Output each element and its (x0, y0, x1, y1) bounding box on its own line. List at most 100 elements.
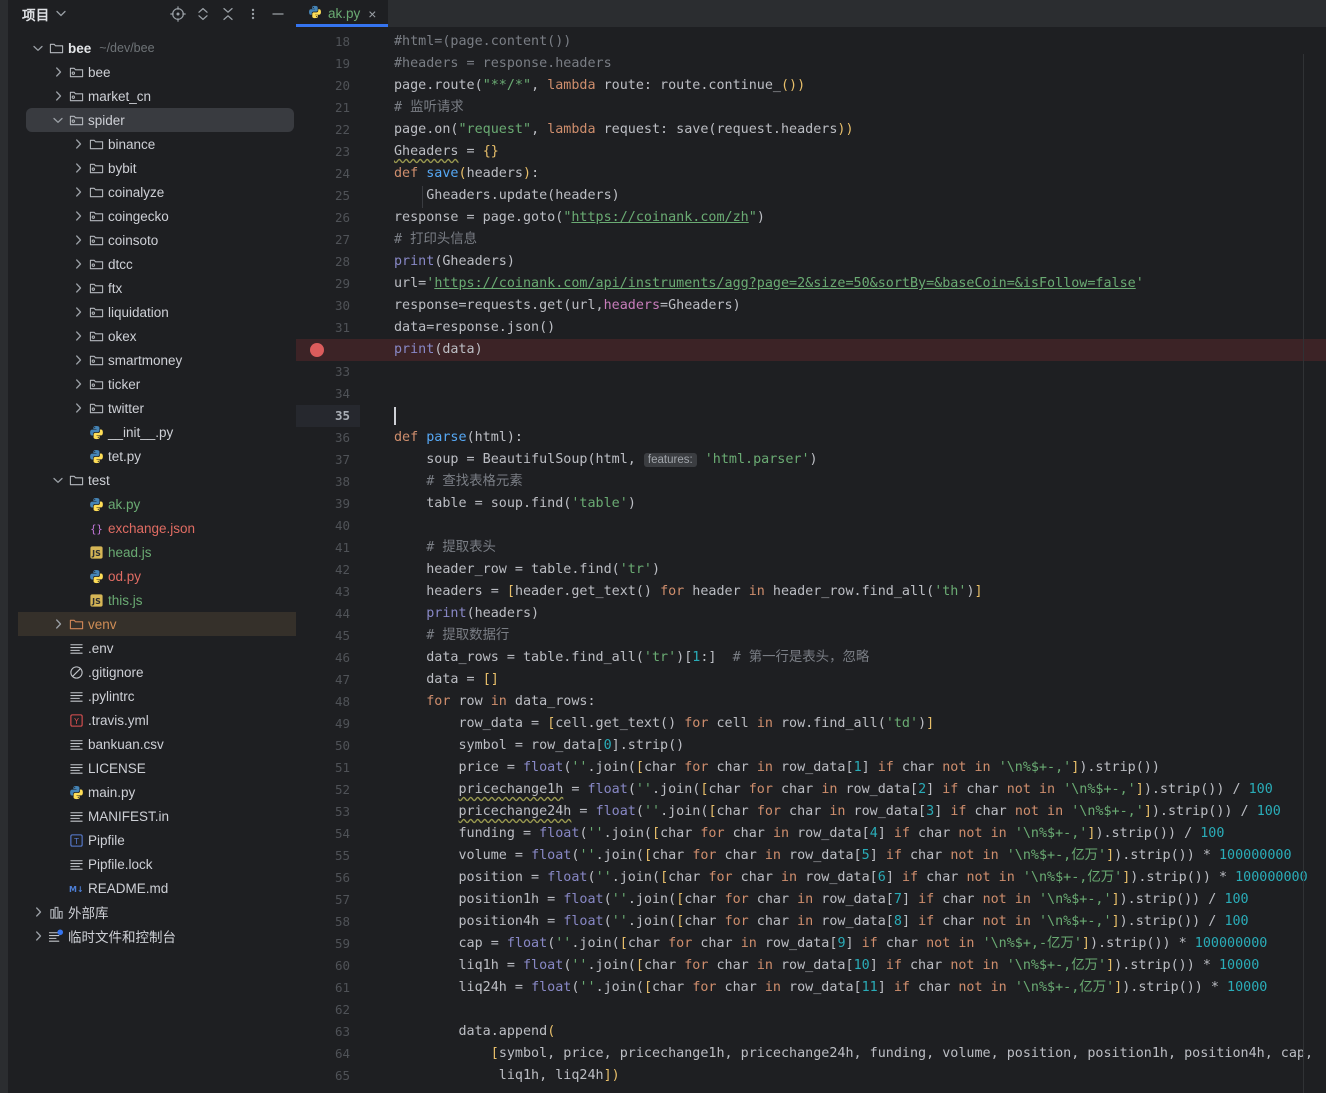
tree-item-bankuan.csv[interactable]: bankuan.csv (8, 732, 296, 756)
breakpoint-icon[interactable] (310, 343, 324, 357)
tree-item-this.js[interactable]: JS this.js (8, 588, 296, 612)
tree-item-ticker[interactable]: ticker (8, 372, 296, 396)
code-line[interactable]: liq24h = float(''.join([char for char in… (360, 977, 1326, 999)
chevron-right-icon[interactable] (50, 67, 66, 77)
tree-item-.gitignore[interactable]: .gitignore (8, 660, 296, 684)
tab-ak-py[interactable]: ak.py × (296, 0, 389, 27)
code-line[interactable]: for row in data_rows: (360, 691, 1326, 713)
code-line[interactable]: #html=(page.content()) (360, 31, 1326, 53)
code-line[interactable]: data=response.json() (360, 317, 1326, 339)
tree-item-README.md[interactable]: M↓ README.md (8, 876, 296, 900)
chevron-right-icon[interactable] (70, 403, 86, 413)
code-line[interactable]: row_data = [cell.get_text() for cell in … (360, 713, 1326, 735)
chevron-right-icon[interactable] (70, 355, 86, 365)
code-line[interactable] (360, 999, 1326, 1021)
code-line[interactable]: liq1h = float(''.join([char for char in … (360, 955, 1326, 977)
chevron-down-icon[interactable] (50, 477, 66, 484)
tree-item-test[interactable]: test (8, 468, 296, 492)
tree-item-exchange.json[interactable]: {} exchange.json (8, 516, 296, 540)
tree-item-coinalyze[interactable]: coinalyze (8, 180, 296, 204)
chevron-down-icon[interactable] (30, 45, 46, 52)
code-line[interactable]: position1h = float(''.join([char for cha… (360, 889, 1326, 911)
chevron-right-icon[interactable] (50, 91, 66, 101)
editor-code-surface[interactable]: #html=(page.content()) #headers = respons… (360, 27, 1326, 1093)
code-line[interactable]: pricechange1h = float(''.join([char for … (360, 779, 1326, 801)
chevron-right-icon[interactable] (70, 307, 86, 317)
code-line[interactable]: cap = float(''.join([char for char in ro… (360, 933, 1326, 955)
chevron-right-icon[interactable] (30, 931, 46, 941)
code-line[interactable]: volume = float(''.join([char for char in… (360, 845, 1326, 867)
code-editor[interactable]: 18 19 20 21 22 23 24 25 26 27 28 29 30 31 33 34 35 36 37 38… (296, 27, 1326, 1093)
code-line[interactable]: liq1h, liq24h]) (360, 1065, 1326, 1087)
chevron-down-icon[interactable] (50, 117, 66, 124)
code-line[interactable] (360, 515, 1326, 537)
code-line[interactable]: pricechange24h = float(''.join([char for… (360, 801, 1326, 823)
code-line[interactable]: # 查找表格元素 (360, 471, 1326, 493)
chevron-right-icon[interactable] (70, 211, 86, 221)
code-line[interactable] (360, 383, 1326, 405)
code-line[interactable]: position4h = float(''.join([char for cha… (360, 911, 1326, 933)
tree-item-Pipfile[interactable]: T Pipfile (8, 828, 296, 852)
code-line[interactable]: Gheaders.update(headers) (360, 185, 1326, 207)
tree-item-binance[interactable]: binance (8, 132, 296, 156)
code-line[interactable]: page.route("**/*", lambda route: route.c… (360, 75, 1326, 97)
code-line[interactable]: price = float(''.join([char for char in … (360, 757, 1326, 779)
tree-item-__init__.py[interactable]: __init__.py (8, 420, 296, 444)
tree-item-venv[interactable]: venv (8, 612, 296, 636)
code-line[interactable]: url='https://coinank.com/api/instruments… (360, 273, 1326, 295)
code-line[interactable]: data = [] (360, 669, 1326, 691)
code-line[interactable]: response=requests.get(url,headers=Gheade… (360, 295, 1326, 317)
tree-item-tet.py[interactable]: tet.py (8, 444, 296, 468)
code-line[interactable]: # 提取表头 (360, 537, 1326, 559)
code-line[interactable]: soup = BeautifulSoup(html, features: 'ht… (360, 449, 1326, 471)
tree-item-LICENSE[interactable]: LICENSE (8, 756, 296, 780)
code-line[interactable]: def parse(html): (360, 427, 1326, 449)
close-icon[interactable]: × (366, 7, 378, 21)
chevron-right-icon[interactable] (70, 259, 86, 269)
tree-item-smartmoney[interactable]: smartmoney (8, 348, 296, 372)
tree-item-ftx[interactable]: ftx (8, 276, 296, 300)
code-line[interactable]: def save(headers): (360, 163, 1326, 185)
code-line[interactable]: # 提取数据行 (360, 625, 1326, 647)
chevron-right-icon[interactable] (50, 619, 66, 629)
code-line[interactable]: symbol = row_data[0].strip() (360, 735, 1326, 757)
tree-item-okex[interactable]: okex (8, 324, 296, 348)
tree-item-spider[interactable]: spider (8, 108, 296, 132)
chevron-down-icon[interactable] (56, 10, 67, 19)
chevron-right-icon[interactable] (30, 907, 46, 917)
tree-item-coinsoto[interactable]: coinsoto (8, 228, 296, 252)
code-line[interactable]: print(headers) (360, 603, 1326, 625)
code-line[interactable]: # 打印头信息 (360, 229, 1326, 251)
hide-panel-icon[interactable] (265, 3, 290, 25)
editor-gutter[interactable]: 18 19 20 21 22 23 24 25 26 27 28 29 30 31 33 34 35 36 37 38… (296, 27, 360, 1093)
tree-item-[interactable]: 临时文件和控制台 (8, 924, 296, 948)
code-line[interactable]: data_rows = table.find_all('tr')[1:] # 第… (360, 647, 1326, 669)
chevron-right-icon[interactable] (70, 235, 86, 245)
tree-item-Pipfile.lock[interactable]: Pipfile.lock (8, 852, 296, 876)
tree-item-main.py[interactable]: main.py (8, 780, 296, 804)
code-line[interactable]: position = float(''.join([char for char … (360, 867, 1326, 889)
tree-item-[interactable]: 外部库 (8, 900, 296, 924)
tree-item-market_cn[interactable]: market_cn (8, 84, 296, 108)
locate-icon[interactable] (165, 3, 190, 25)
chevron-right-icon[interactable] (70, 187, 86, 197)
tree-item-dtcc[interactable]: dtcc (8, 252, 296, 276)
tree-item-liquidation[interactable]: liquidation (8, 300, 296, 324)
code-line[interactable]: page.on("request", lambda request: save(… (360, 119, 1326, 141)
code-line[interactable]: table = soup.find('table') (360, 493, 1326, 515)
tree-item-.env[interactable]: .env (8, 636, 296, 660)
code-line[interactable] (360, 1087, 1326, 1093)
code-line[interactable]: data.append( (360, 1021, 1326, 1043)
tree-item-coingecko[interactable]: coingecko (8, 204, 296, 228)
tree-item-head.js[interactable]: JS head.js (8, 540, 296, 564)
tree-item-bee[interactable]: bee ~/dev/bee (8, 36, 296, 60)
code-line[interactable] (360, 361, 1326, 383)
code-line[interactable]: funding = float(''.join([char for char i… (360, 823, 1326, 845)
chevron-right-icon[interactable] (70, 163, 86, 173)
code-line[interactable]: print(data) (360, 339, 1326, 361)
code-line[interactable]: header_row = table.find('tr') (360, 559, 1326, 581)
tree-item-bybit[interactable]: bybit (8, 156, 296, 180)
tree-item-bee[interactable]: bee (8, 60, 296, 84)
tree-item-od.py[interactable]: od.py (8, 564, 296, 588)
code-line[interactable] (360, 405, 1326, 427)
